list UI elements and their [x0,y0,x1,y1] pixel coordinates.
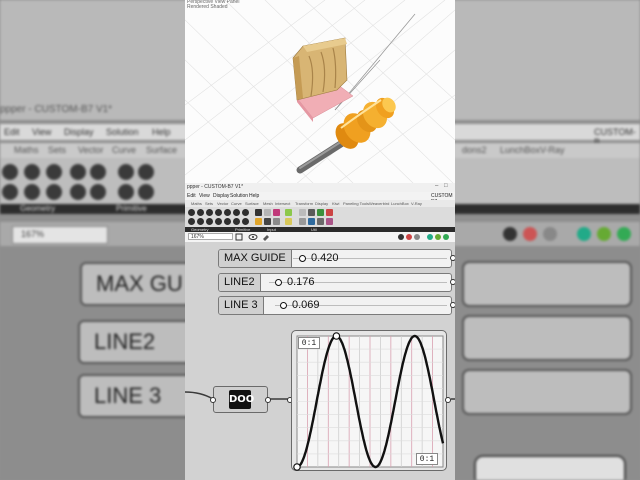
input-grip[interactable] [210,397,216,403]
background-tab-maths: Maths [14,145,39,155]
background-menu-edit: Edit [4,127,20,137]
slider-label: MAX GUIDE [219,250,292,267]
background-icon [70,164,86,180]
graph-mapper-plot [293,332,445,471]
graph-mapper[interactable]: 0:1 0:1 [291,330,447,471]
slider-max-guide[interactable]: MAX GUIDE 0.420 [218,249,455,268]
background-icon [90,164,106,180]
slider-line-3[interactable]: LINE 3 0.069 [218,296,455,315]
background-category-primitive: Primitive [116,204,147,213]
background-tab-surface: Surface [146,145,178,155]
slider-label: LINE2 [219,274,261,291]
background-tab-dons2: dons2 [462,145,487,155]
background-menu-view: View [32,127,52,137]
slider-label: LINE 3 [219,297,264,314]
background-icon [118,164,134,180]
slider-value: 0.069 [292,299,320,311]
output-grip[interactable] [450,302,455,308]
background-icon [46,184,62,200]
background-menu-display: Display [64,127,94,137]
background-slider-line2: LINE2 [78,320,202,364]
slider-knob[interactable] [299,255,306,262]
background-icon [118,184,134,200]
grasshopper-screen: Perspective View Panel Rendered Shaded p… [185,0,455,480]
custom-component[interactable]: DOO [210,386,271,413]
output-grip[interactable] [265,397,271,403]
graph-control-point[interactable] [332,332,341,340]
background-icon [90,184,106,200]
graph-control-point[interactable] [293,463,301,471]
background-icon [24,164,40,180]
background-menu-help: Help [152,127,171,137]
background-title: ppper - CUSTOM-B7 V1* [0,104,113,115]
background-icon [24,184,40,200]
slider-knob[interactable] [280,302,287,309]
background-zoom-value: 167% [21,229,45,239]
background-tab-curve: Curve [112,145,137,155]
slider-value: 0.420 [311,252,339,264]
output-grip[interactable] [450,279,455,285]
component-glyph: DOO [229,390,254,409]
graph-corner-top-left: 0:1 [298,337,320,349]
background-tab-vector: Vector [78,145,104,155]
background-menu-solution: Solution [106,127,139,137]
background-tab-vray: V-Ray [540,145,565,155]
background-category-geometry: Geometry [20,204,56,213]
background-icon [46,164,62,180]
background-slider-line3: LINE 3 [78,374,202,418]
background-right-panels [462,261,632,480]
background-tab-lunchbox: LunchBox [500,145,541,155]
slider-knob[interactable] [275,279,282,286]
background-slider-label: LINE2 [94,329,156,354]
background-icon [2,184,18,200]
background-right-toolbar-icons [503,227,631,241]
background-icon [2,164,18,180]
background-tab-sets: Sets [48,145,67,155]
graph-mapper-output-grip[interactable] [445,397,451,403]
slider-line2[interactable]: LINE2 0.176 [218,273,455,292]
background-icon [138,164,154,180]
slider-value: 0.176 [287,276,315,288]
background-icon [70,184,86,200]
background-zoom-box: 167% [12,226,108,244]
background-slider-label: MAX GU [96,271,183,296]
graph-corner-bottom-right: 0:1 [416,453,438,465]
output-grip[interactable] [450,255,455,261]
background-slider-label: LINE 3 [94,383,162,408]
background-icon [138,184,154,200]
